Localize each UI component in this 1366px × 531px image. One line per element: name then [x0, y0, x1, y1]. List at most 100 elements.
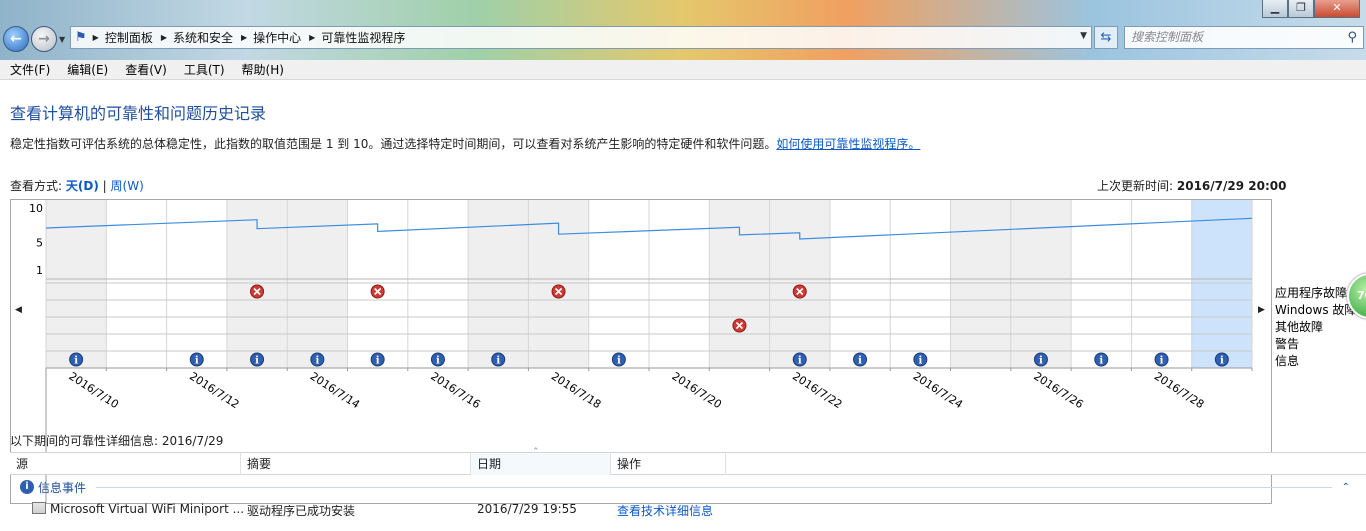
x-tick-label: 2016/7/22: [790, 370, 844, 412]
info-icon-glyph: i: [798, 356, 802, 367]
close-button[interactable]: ✕: [1314, 0, 1360, 18]
breadcrumb-separator-icon: ▶: [160, 33, 167, 42]
address-bar[interactable]: ⚑ ▶ 控制面板 ▶ 系统和安全 ▶ 操作中心 ▶ 可靠性监视程序 ▼: [70, 26, 1092, 49]
column-summary[interactable]: 摘要: [241, 453, 471, 475]
row-label-app-failures: 应用程序故障: [1275, 286, 1348, 300]
row-label-other-failures: 其他故障: [1275, 320, 1324, 334]
row-label-information: 信息: [1275, 354, 1300, 368]
breadcrumb-item[interactable]: ▶ 系统和安全: [161, 29, 233, 46]
info-icon-glyph: i: [376, 356, 380, 367]
menu-tools[interactable]: 工具(T): [174, 61, 232, 78]
x-tick-label: 2016/7/26: [1031, 370, 1085, 412]
page-title: 查看计算机的可靠性和问题历史记录: [10, 104, 267, 123]
day-column: [46, 200, 107, 368]
search-icon[interactable]: ⚲: [1347, 27, 1357, 48]
day-column: [1010, 200, 1072, 368]
y-tick-label: 1: [36, 264, 43, 277]
info-icon-glyph: i: [195, 356, 199, 367]
menu-help[interactable]: 帮助(H): [232, 61, 291, 78]
day-column: [407, 200, 469, 368]
help-link[interactable]: 如何使用可靠性监视程序。: [776, 137, 920, 151]
view-by-selector: 查看方式: 天(D) | 周(W): [10, 177, 144, 194]
info-icon-glyph: i: [436, 356, 440, 367]
info-icon-glyph: i: [1220, 356, 1224, 367]
day-column: [709, 200, 770, 368]
day-column: [1131, 200, 1192, 368]
view-week-link[interactable]: 周(W): [111, 179, 144, 193]
x-tick-label: 2016/7/24: [911, 370, 965, 412]
info-icon-glyph: i: [74, 356, 78, 367]
y-tick-label: 10: [29, 202, 43, 215]
day-column: [950, 200, 1011, 368]
control-panel-flag-icon: ⚑: [75, 30, 87, 45]
view-separator: |: [102, 179, 107, 193]
day-column: [769, 200, 830, 368]
row-label-warnings: 警告: [1275, 337, 1300, 351]
details-title: 以下期间的可靠性详细信息: 2016/7/29: [10, 434, 224, 448]
x-tick-label: 2016/7/10: [67, 370, 121, 412]
day-column: [1191, 200, 1252, 368]
menu-bar: 文件(F) 编辑(E) 查看(V) 工具(T) 帮助(H): [0, 60, 1366, 80]
restore-button[interactable]: ❐: [1288, 0, 1314, 18]
x-tick-label: 2016/7/12: [187, 370, 241, 412]
group-divider: [96, 486, 1332, 488]
info-icon-glyph: i: [255, 356, 259, 367]
group-header-information-events[interactable]: i 信息事件 ⌃: [10, 477, 1366, 497]
x-tick-label: 2016/7/20: [670, 370, 724, 412]
main-content: 查看计算机的可靠性和问题历史记录 稳定性指数可评估系统的总体稳定性，此指数的取值…: [0, 81, 1366, 531]
table-row[interactable]: Microsoft Virtual WiFi Miniport ... 驱动程序…: [10, 500, 1366, 520]
search-input[interactable]: 搜索控制面板 ⚲: [1124, 26, 1364, 49]
chart-scroll-right-icon[interactable]: ▶: [1258, 305, 1265, 315]
refresh-icon: ⇆: [1100, 30, 1112, 45]
breadcrumb-separator-icon: ▶: [241, 33, 248, 42]
collapse-chevron-icon[interactable]: ⌃: [1342, 482, 1350, 493]
day-column: [166, 200, 227, 368]
event-summary: 驱动程序已成功安装: [247, 504, 356, 518]
description-text: 稳定性指数可评估系统的总体稳定性，此指数的取值范围是 1 到 10。通过选择特定…: [10, 137, 777, 151]
breadcrumb-item[interactable]: ▶ 可靠性监视程序: [309, 29, 405, 46]
info-icon: i: [20, 480, 34, 494]
address-dropdown-icon[interactable]: ▼: [1080, 31, 1087, 41]
day-column: [649, 200, 710, 368]
info-icon-glyph: i: [918, 356, 922, 367]
event-source: Microsoft Virtual WiFi Miniport ...: [50, 502, 245, 516]
column-action[interactable]: 操作: [611, 453, 726, 475]
chart-row-labels: 应用程序故障 Windows 故障 其他故障 警告 信息: [1275, 285, 1356, 370]
info-icon-glyph: i: [617, 356, 621, 367]
minimize-button[interactable]: ▁: [1262, 0, 1288, 18]
chart-scroll-left-icon[interactable]: ◀: [15, 305, 22, 315]
menu-file[interactable]: 文件(F): [0, 61, 57, 78]
breadcrumb-item[interactable]: ▶ 操作中心: [241, 29, 301, 46]
group-label: 信息事件: [38, 480, 87, 495]
last-updated-value: 2016/7/29 20:00: [1176, 179, 1287, 193]
info-icon-glyph: i: [1099, 356, 1103, 367]
back-arrow-icon: ←: [10, 31, 22, 47]
details-table-header: 源 摘要 日期 操作: [10, 452, 1366, 475]
y-tick-label: 5: [36, 236, 43, 249]
refresh-button[interactable]: ⇆: [1094, 26, 1118, 49]
breadcrumb-item[interactable]: ▶ 控制面板: [93, 29, 153, 46]
page-description: 稳定性指数可评估系统的总体稳定性，此指数的取值范围是 1 到 10。通过选择特定…: [10, 135, 920, 152]
view-by-label: 查看方式:: [10, 179, 63, 193]
day-column: [890, 200, 951, 368]
view-day-link[interactable]: 天(D): [66, 179, 99, 193]
view-technical-details-link[interactable]: 查看技术详细信息: [617, 502, 713, 519]
window-controls: ▁ ❐ ✕: [1262, 0, 1360, 18]
back-button[interactable]: ←: [3, 26, 29, 52]
forward-button[interactable]: →: [31, 26, 57, 52]
menu-edit[interactable]: 编辑(E): [57, 61, 115, 78]
event-date: 2016/7/29 19:55: [477, 502, 577, 516]
driver-event-icon: [32, 502, 46, 514]
column-source[interactable]: 源: [10, 453, 241, 475]
column-date[interactable]: 日期: [471, 453, 611, 475]
menu-view[interactable]: 查看(V): [115, 61, 174, 78]
row-label-windows-failures: Windows 故障: [1275, 303, 1357, 317]
breadcrumb-separator-icon: ▶: [92, 33, 99, 42]
recent-pages-dropdown[interactable]: ▼: [59, 35, 65, 44]
info-icon-glyph: i: [1039, 356, 1043, 367]
info-icon-glyph: i: [1160, 356, 1164, 367]
breadcrumb-separator-icon: ▶: [309, 33, 316, 42]
info-icon-glyph: i: [858, 356, 862, 367]
day-column: [829, 200, 891, 368]
x-tick-label: 2016/7/14: [308, 370, 362, 412]
